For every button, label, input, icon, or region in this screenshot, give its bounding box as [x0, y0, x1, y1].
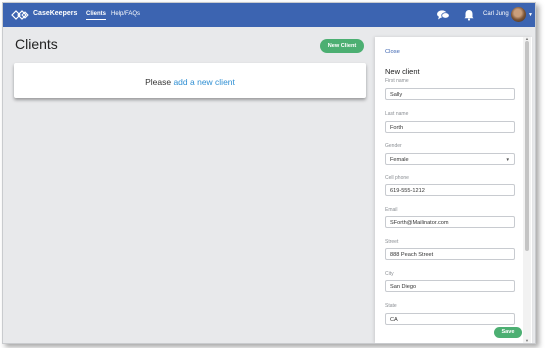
state-input[interactable]: CA: [385, 313, 515, 325]
first-name-label: First name: [385, 78, 409, 84]
chevron-down-icon[interactable]: ▼: [528, 12, 533, 18]
save-button[interactable]: Save: [494, 327, 522, 338]
chat-icon[interactable]: [436, 9, 450, 21]
cell-phone-label: Cell phone: [385, 175, 409, 181]
app-window: CaseKeepers Clients Help/FAQs Carl Jung …: [2, 2, 536, 344]
gender-selected-value: Female: [390, 157, 409, 163]
gender-label: Gender: [385, 143, 402, 149]
nav-link-help-faqs[interactable]: Help/FAQs: [111, 11, 140, 17]
user-name[interactable]: Carl Jung: [483, 11, 509, 17]
casekeepers-logo-icon[interactable]: [11, 9, 31, 21]
add-new-client-link[interactable]: add a new client: [173, 77, 234, 87]
street-label: Street: [385, 239, 399, 245]
gender-select[interactable]: Female ▼: [385, 153, 515, 165]
email-input[interactable]: SForth@Mailinator.com: [385, 216, 515, 228]
new-client-button[interactable]: New Client: [320, 39, 364, 53]
email-label: Email: [385, 207, 398, 213]
empty-state-message: Please add a new client: [14, 77, 366, 87]
panel-title: New client: [385, 67, 420, 76]
city-input[interactable]: San Diego: [385, 280, 515, 292]
user-avatar[interactable]: [511, 7, 526, 22]
empty-state-prefix: Please: [145, 77, 174, 87]
first-name-input[interactable]: Sally: [385, 88, 515, 100]
scroll-down-arrow-icon[interactable]: ▼: [525, 338, 529, 343]
empty-state-card: Please add a new client: [14, 63, 366, 98]
bell-icon[interactable]: [462, 9, 476, 21]
nav-link-clients[interactable]: Clients: [86, 11, 107, 20]
cell-phone-input[interactable]: 619-555-1212: [385, 184, 515, 196]
city-label: City: [385, 271, 394, 277]
new-client-panel: Close New client First name Sally Last n…: [375, 36, 532, 343]
street-input[interactable]: 888 Peach Street: [385, 248, 515, 260]
page-title: Clients: [15, 36, 58, 52]
chevron-down-icon: ▼: [505, 157, 510, 162]
last-name-input[interactable]: Forth: [385, 121, 515, 133]
brand-name[interactable]: CaseKeepers: [33, 10, 77, 17]
state-label: State: [385, 303, 397, 309]
close-link[interactable]: Close: [385, 49, 400, 55]
top-nav-bar: CaseKeepers Clients Help/FAQs Carl Jung …: [3, 3, 535, 27]
scrollbar-thumb[interactable]: [525, 41, 529, 251]
last-name-label: Last name: [385, 111, 409, 117]
panel-scrollbar[interactable]: ▲ ▼: [523, 36, 531, 343]
